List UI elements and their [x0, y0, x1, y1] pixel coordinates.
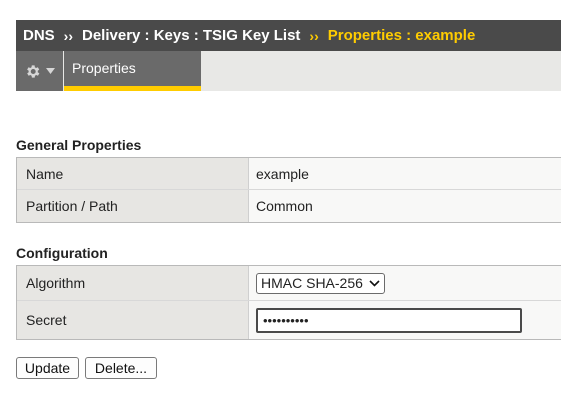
algorithm-label: Algorithm — [17, 266, 249, 300]
general-properties-table: Name example Partition / Path Common — [16, 157, 561, 223]
name-label: Name — [17, 158, 249, 189]
gear-icon — [24, 63, 41, 80]
algorithm-cell: HMAC SHA-256 — [249, 266, 561, 300]
name-value: example — [249, 158, 561, 189]
active-tab-indicator — [64, 86, 201, 91]
table-row: Name example — [17, 158, 561, 190]
tab-properties-label: Properties — [72, 60, 136, 76]
chevron-down-icon — [46, 68, 55, 74]
secret-password-field[interactable]: •••••••••• — [256, 307, 522, 333]
delete-button[interactable]: Delete... — [85, 357, 157, 379]
table-row: Algorithm HMAC SHA-256 — [17, 266, 561, 301]
breadcrumb-separator: ›› — [309, 27, 319, 44]
secret-label: Secret — [17, 301, 249, 339]
tab-properties[interactable]: Properties — [64, 51, 201, 91]
breadcrumb: DNS ›› Delivery : Keys : TSIG Key List ›… — [16, 20, 561, 51]
configuration-table: Algorithm HMAC SHA-256 Secret •••••••••• — [16, 265, 561, 340]
tab-strip: Properties — [16, 51, 561, 91]
breadcrumb-separator: ›› — [63, 27, 73, 44]
breadcrumb-tsig-key-list[interactable]: Delivery : Keys : TSIG Key List — [82, 27, 300, 44]
algorithm-select-value: HMAC SHA-256 — [261, 275, 363, 291]
general-properties-heading: General Properties — [16, 137, 142, 153]
secret-cell: •••••••••• — [249, 301, 561, 339]
configuration-heading: Configuration — [16, 245, 108, 261]
chevron-down-icon — [369, 279, 380, 287]
table-row: Partition / Path Common — [17, 190, 561, 222]
update-button[interactable]: Update — [16, 357, 79, 379]
table-row: Secret •••••••••• — [17, 301, 561, 339]
gear-menu-button[interactable] — [16, 51, 63, 91]
partition-path-label: Partition / Path — [17, 190, 249, 222]
breadcrumb-current: Properties : example — [327, 27, 476, 44]
algorithm-select[interactable]: HMAC SHA-256 — [256, 272, 385, 294]
partition-path-value: Common — [249, 190, 561, 222]
page: DNS ›› Delivery : Keys : TSIG Key List ›… — [0, 0, 561, 401]
breadcrumb-dns[interactable]: DNS — [23, 27, 55, 44]
